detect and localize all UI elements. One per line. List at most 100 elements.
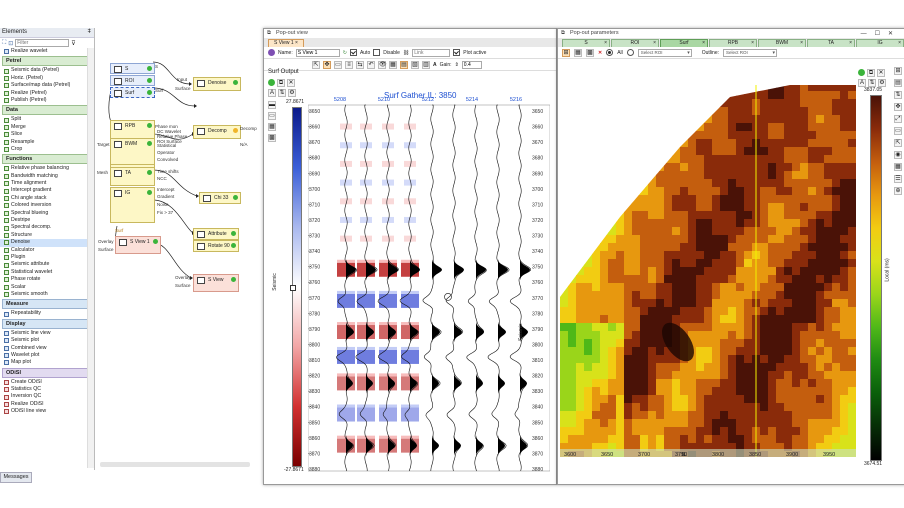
layers-icon[interactable]: ▦ bbox=[389, 60, 397, 69]
element-item[interactable]: Seismic smooth bbox=[0, 291, 94, 298]
node-sview-1[interactable]: S View 1 bbox=[115, 236, 161, 254]
rt-tool-2-icon[interactable]: ▤ bbox=[894, 79, 902, 87]
node-surf[interactable]: Surf bbox=[110, 87, 155, 98]
canvas-hscroll[interactable] bbox=[100, 462, 250, 467]
element-item[interactable]: Realize (Petrel) bbox=[0, 90, 94, 97]
map-colorbar[interactable] bbox=[870, 95, 882, 461]
expand-icon[interactable]: ⛶ bbox=[2, 40, 6, 47]
element-item[interactable]: Spectral blueing bbox=[0, 210, 94, 217]
tab-rpb[interactable]: RPB × bbox=[709, 39, 757, 47]
select-roi-dropdown[interactable]: Select ROI bbox=[637, 48, 692, 57]
node-sview-2[interactable]: S View bbox=[193, 274, 239, 292]
node-chi[interactable]: Chi 33 bbox=[199, 192, 241, 204]
element-item[interactable]: Destripe bbox=[0, 217, 94, 224]
element-item[interactable]: Denoise bbox=[0, 239, 94, 247]
element-item[interactable]: Crop bbox=[0, 146, 94, 153]
collapse-icon[interactable]: ⊡ bbox=[8, 40, 13, 47]
rt-tool-8-icon[interactable]: ◉ bbox=[894, 151, 902, 159]
element-item[interactable]: Relative phase balancing bbox=[0, 165, 94, 172]
section-petrel[interactable]: Petrel bbox=[2, 56, 92, 67]
sort-icon[interactable]: ⇅ bbox=[278, 89, 286, 97]
rt-tool-11-icon[interactable]: ⊕ bbox=[894, 187, 902, 195]
close-icon[interactable]: × bbox=[898, 40, 901, 47]
select-tool-icon[interactable]: ⇱ bbox=[312, 60, 320, 69]
section-measure[interactable]: Measure bbox=[2, 299, 92, 310]
element-item[interactable]: Resample bbox=[0, 139, 94, 146]
close-icon[interactable]: × bbox=[849, 40, 852, 47]
gain-input[interactable] bbox=[461, 60, 482, 69]
map-select-icon[interactable]: ⊞ bbox=[562, 48, 570, 57]
element-item[interactable]: Statistics QC bbox=[0, 386, 94, 393]
messages-tab[interactable]: Messages bbox=[0, 472, 32, 483]
close-icon[interactable]: × bbox=[751, 40, 754, 47]
eye-icon[interactable]: 👁 bbox=[378, 60, 387, 69]
outline-dropdown[interactable]: Select ROI bbox=[723, 48, 777, 57]
realize-wavelet-item[interactable]: Realize wavelet bbox=[0, 48, 94, 55]
element-item[interactable]: Seismic plot bbox=[0, 337, 94, 344]
element-item[interactable]: Publish (Petrel) bbox=[0, 97, 94, 104]
element-item[interactable]: Plugin bbox=[0, 254, 94, 261]
delete-layer-icon[interactable]: ✕ bbox=[287, 79, 295, 87]
zoom-box-icon[interactable]: ▭ bbox=[334, 60, 342, 69]
element-item[interactable]: Calculator bbox=[0, 247, 94, 254]
grid-icon[interactable]: ▤ bbox=[400, 60, 408, 69]
elements-scrollbar[interactable] bbox=[87, 48, 94, 468]
colormap-icon[interactable]: ▥ bbox=[422, 60, 430, 69]
tab-sview-1[interactable]: S View 1 × bbox=[268, 39, 304, 47]
tool-a-icon[interactable]: ▬ bbox=[268, 101, 276, 109]
rt-tool-7-icon[interactable]: ⇱ bbox=[894, 139, 902, 147]
node-roi[interactable]: ROI bbox=[110, 75, 155, 86]
element-item[interactable]: Map plot bbox=[0, 359, 94, 366]
map-sort-icon[interactable]: ⇅ bbox=[868, 79, 876, 87]
element-item[interactable]: Inversion QC bbox=[0, 393, 94, 400]
tab-roi[interactable]: ROI × bbox=[611, 39, 659, 47]
element-item[interactable]: Bandwidth matching bbox=[0, 173, 94, 180]
map-clear-icon[interactable]: ✕ bbox=[598, 50, 602, 56]
rt-tool-1-icon[interactable]: ⊞ bbox=[894, 67, 902, 75]
element-item[interactable]: Combined view bbox=[0, 345, 94, 352]
node-rotate[interactable]: Rotate 90 bbox=[193, 240, 239, 252]
element-item[interactable]: Structure bbox=[0, 232, 94, 239]
filter-icon[interactable]: ⊽ bbox=[71, 40, 75, 47]
copy-layer-icon[interactable]: ⧉ bbox=[277, 79, 285, 87]
node-denoise[interactable]: Denoise bbox=[193, 77, 241, 91]
element-item[interactable]: Create ODiSI bbox=[0, 379, 94, 386]
zoom-in-icon[interactable]: ≡ bbox=[345, 60, 353, 69]
close-icon[interactable]: × bbox=[604, 40, 607, 47]
tool-c-icon[interactable]: ▦ bbox=[268, 123, 276, 131]
section-odisi[interactable]: ODiSI bbox=[2, 367, 92, 378]
rt-tool-6-icon[interactable]: ▭ bbox=[894, 127, 902, 135]
element-item[interactable]: Slice bbox=[0, 131, 94, 138]
settings-icon[interactable]: ⚙ bbox=[288, 89, 296, 97]
section-functions[interactable]: Functions bbox=[2, 154, 92, 165]
link-input[interactable] bbox=[412, 48, 451, 57]
radio-roi[interactable] bbox=[626, 49, 634, 56]
element-item[interactable]: Surface/map data (Petrel) bbox=[0, 82, 94, 89]
gain-spinner-icon[interactable]: ⇕ bbox=[455, 62, 459, 68]
add-layer-icon[interactable] bbox=[268, 79, 275, 86]
element-item[interactable]: Time alignment bbox=[0, 180, 94, 187]
tab-bwm[interactable]: BWM × bbox=[758, 39, 806, 47]
rt-tool-9-icon[interactable]: ▦ bbox=[894, 163, 902, 171]
close-icon[interactable]: × bbox=[702, 40, 705, 47]
surface-map-plot[interactable]: 3600 3650 3700 3750 3800 3850 3900 3950IL bbox=[560, 67, 856, 469]
element-item[interactable]: Spectral decomp. bbox=[0, 224, 94, 231]
section-data[interactable]: Data bbox=[2, 105, 92, 116]
element-item[interactable]: Seismic attribute bbox=[0, 261, 94, 268]
element-item[interactable]: Scalar bbox=[0, 284, 94, 291]
element-item[interactable]: Repeatability bbox=[0, 310, 94, 317]
element-item[interactable]: Merge bbox=[0, 124, 94, 131]
add-map-icon[interactable] bbox=[858, 69, 865, 76]
map-color-icon[interactable]: ▩ bbox=[586, 48, 594, 57]
disable-checkbox[interactable] bbox=[373, 49, 381, 56]
node-attribute[interactable]: Attribute bbox=[193, 228, 239, 240]
node-bwm[interactable]: BWM bbox=[110, 138, 155, 165]
element-item[interactable]: Horiz. (Petrel) bbox=[0, 75, 94, 82]
name-input[interactable] bbox=[295, 48, 340, 57]
window-controls[interactable]: —☐✕ bbox=[861, 30, 901, 39]
rt-tool-10-icon[interactable]: ☰ bbox=[894, 175, 902, 183]
element-item[interactable]: Realize ODiSI bbox=[0, 401, 94, 408]
ab-icon[interactable]: A bbox=[268, 89, 276, 97]
tool-d-icon[interactable]: ▩ bbox=[268, 134, 276, 142]
close-icon[interactable]: × bbox=[295, 40, 298, 46]
